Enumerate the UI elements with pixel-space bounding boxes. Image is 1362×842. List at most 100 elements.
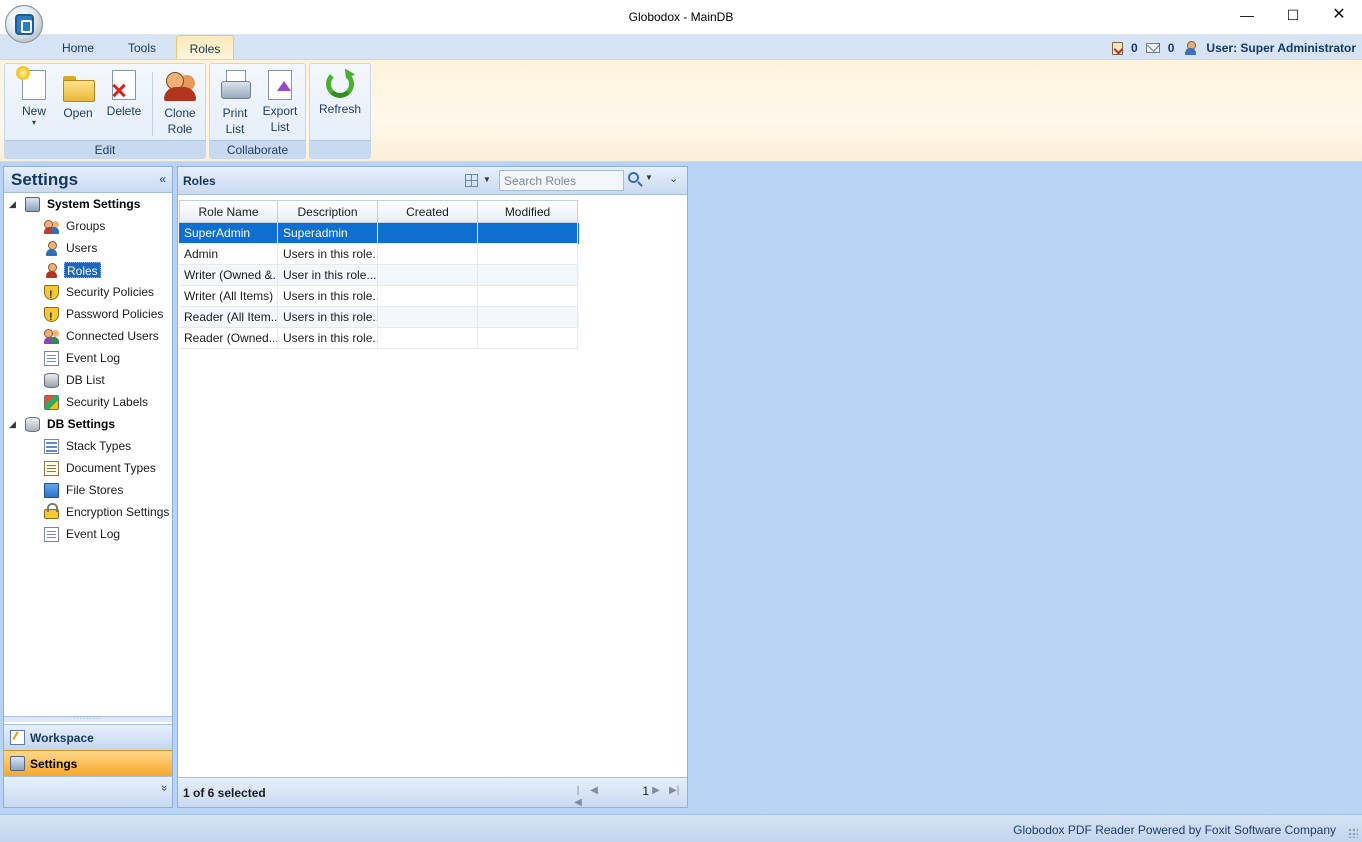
tasks-count: 0	[1131, 41, 1138, 55]
tree-node-system-settings[interactable]: ◢ System Settings	[9, 194, 169, 214]
search-icon	[628, 172, 639, 183]
tasks-icon[interactable]	[1112, 41, 1124, 55]
cell-modified	[478, 265, 578, 286]
expand-options-icon[interactable]: ⌄	[669, 172, 678, 185]
column-header-created[interactable]: Created	[378, 200, 478, 223]
app-menu-button[interactable]	[5, 5, 43, 43]
collaborate-group-label: Collaborate	[210, 140, 305, 158]
cell-role-name: Reader (All Item...	[179, 307, 278, 328]
tab-roles[interactable]: Roles	[176, 35, 234, 59]
table-row[interactable]: Reader (Owned... Users in this role...	[179, 328, 579, 349]
export-list-button[interactable]: Export List	[257, 68, 303, 140]
export-icon	[268, 70, 292, 100]
grid-header: Role Name Description Created Modified	[179, 200, 579, 223]
event-log-icon	[44, 527, 59, 542]
pane-splitter-handle[interactable]: ·········	[4, 715, 172, 722]
previous-page-button[interactable]: ◀	[589, 785, 599, 797]
cell-modified	[478, 223, 578, 244]
tab-home[interactable]: Home	[50, 38, 106, 59]
password-policies-icon	[44, 307, 59, 327]
table-row[interactable]: Admin Users in this role...	[179, 244, 579, 265]
ribbon: New ▾ Open Delete Clone Role Edit Print …	[0, 59, 1362, 162]
groups-icon	[44, 219, 59, 234]
table-row[interactable]: Writer (Owned &... User in this role...	[179, 265, 579, 286]
chevron-down-icon: ▼	[645, 173, 653, 182]
mail-icon[interactable]	[1145, 43, 1160, 53]
chevron-down-icon: ▼	[483, 175, 491, 184]
cell-created	[378, 223, 478, 244]
open-folder-icon	[62, 70, 95, 102]
ribbon-separator	[152, 72, 153, 136]
nav-settings-button[interactable]: Settings	[4, 750, 172, 776]
mail-count: 0	[1167, 41, 1175, 55]
minimize-button[interactable]: —	[1224, 0, 1270, 32]
cell-role-name: Admin	[179, 244, 278, 265]
nav-pane-footer: »	[4, 776, 172, 807]
column-header-role-name[interactable]: Role Name	[179, 200, 278, 223]
refresh-group-label	[310, 140, 370, 158]
cell-created	[378, 307, 478, 328]
page-number: 1	[642, 784, 649, 798]
print-list-button[interactable]: Print List	[212, 68, 258, 140]
table-row[interactable]: Reader (All Item... Users in this role..…	[179, 307, 579, 328]
refresh-icon	[326, 70, 354, 98]
roles-pane-title: Roles	[183, 174, 216, 188]
users-icon	[44, 241, 59, 256]
cell-created	[378, 286, 478, 307]
resize-grip-icon[interactable]	[1348, 828, 1358, 838]
pager: |◀ ◀ 1 ▶ ▶|	[573, 784, 685, 808]
status-bar: Globodox PDF Reader Powered by Foxit Sof…	[0, 814, 1362, 842]
clone-role-button[interactable]: Clone Role	[157, 68, 203, 140]
configure-buttons-icon[interactable]: »	[158, 785, 170, 791]
open-button[interactable]: Open	[55, 68, 101, 140]
delete-button[interactable]: Delete	[101, 68, 147, 140]
expander-icon[interactable]: ◢	[9, 414, 16, 434]
cell-description: Superadmin	[278, 223, 378, 244]
roles-pane: Roles ▼ ▼ ⌄ Role Name Description Create…	[177, 166, 688, 808]
settings-pane: Settings « ◢ System Settings Groups User…	[3, 166, 173, 808]
globodox-logo-icon	[15, 14, 34, 35]
file-stores-icon	[44, 483, 59, 498]
maximize-button[interactable]: ☐	[1270, 0, 1316, 32]
close-button[interactable]: ✕	[1316, 0, 1362, 32]
roles-pane-footer: 1 of 6 selected |◀ ◀ 1 ▶ ▶|	[178, 777, 687, 808]
edit-group-label: Edit	[5, 140, 205, 158]
refresh-button[interactable]: Refresh	[317, 68, 363, 140]
roles-pane-header: Roles ▼ ▼ ⌄	[178, 167, 687, 195]
status-text: Globodox PDF Reader Powered by Foxit Sof…	[1013, 823, 1336, 837]
tab-tools[interactable]: Tools	[116, 38, 168, 59]
nav-workspace-button[interactable]: Workspace	[4, 724, 172, 750]
search-button[interactable]: ▼	[628, 172, 654, 190]
cell-modified	[478, 244, 578, 265]
table-row[interactable]: SuperAdmin Superadmin	[179, 223, 579, 244]
tree-node-db-settings[interactable]: ◢ DB Settings	[9, 414, 169, 434]
title-bar: Globodox - MainDB — ☐ ✕	[0, 0, 1362, 35]
cell-role-name: SuperAdmin	[179, 223, 278, 244]
settings-pane-title: Settings	[11, 170, 79, 189]
cell-modified	[478, 307, 578, 328]
refresh-group: Refresh	[309, 63, 371, 159]
document-types-icon	[44, 461, 59, 476]
first-page-button[interactable]: |◀	[573, 785, 583, 808]
column-header-description[interactable]: Description	[278, 200, 378, 223]
current-user-label: User: Super Administrator	[1206, 41, 1356, 55]
cell-role-name: Writer (All Items)	[179, 286, 278, 307]
ribbon-tab-bar: Home Tools Roles 0 0 User: Super Adminis…	[0, 35, 1362, 60]
table-row[interactable]: Writer (All Items) Users in this role...	[179, 286, 579, 307]
expander-icon[interactable]: ◢	[9, 194, 16, 214]
view-mode-button[interactable]: ▼	[465, 173, 495, 189]
search-roles-input[interactable]	[499, 170, 624, 191]
grid-view-icon	[465, 174, 478, 187]
edit-group: New ▾ Open Delete Clone Role Edit	[4, 63, 206, 159]
column-header-modified[interactable]: Modified	[478, 200, 578, 223]
collapse-pane-icon[interactable]: «	[159, 172, 166, 186]
new-button[interactable]: New ▾	[11, 66, 57, 140]
last-page-button[interactable]: ▶|	[669, 785, 679, 797]
db-settings-icon	[25, 417, 40, 432]
event-log-icon	[44, 351, 59, 366]
security-labels-icon	[44, 395, 59, 410]
cell-role-name: Reader (Owned...	[179, 328, 278, 349]
clone-role-icon	[164, 70, 196, 102]
cell-description: Users in this role...	[278, 328, 378, 349]
next-page-button[interactable]: ▶	[651, 785, 661, 797]
